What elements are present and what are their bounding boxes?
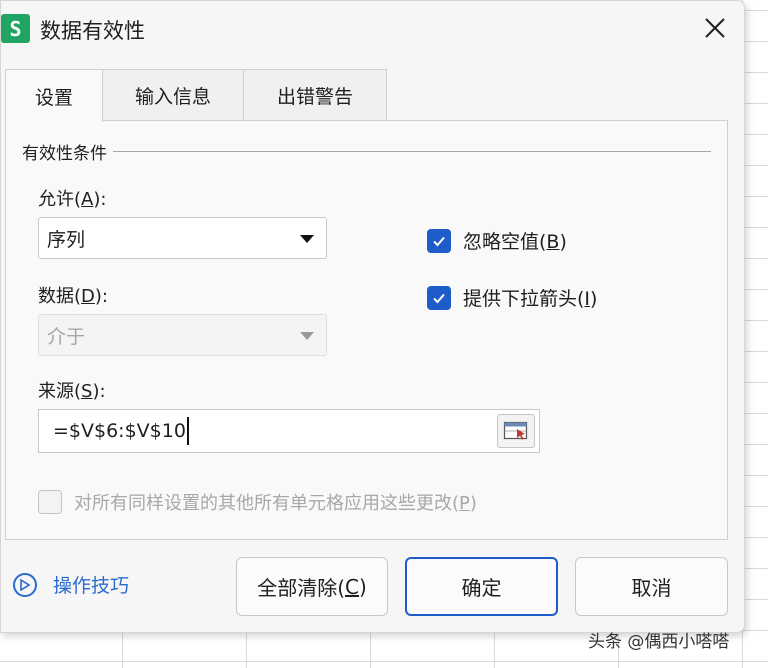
range-picker-button[interactable] bbox=[497, 414, 535, 448]
close-button[interactable] bbox=[702, 15, 728, 41]
range-picker-icon bbox=[503, 421, 528, 440]
play-circle-icon bbox=[13, 572, 37, 597]
apply-all-label: 对所有同样设置的其他所有单元格应用这些更改(P) bbox=[74, 493, 477, 514]
source-input-value: =$V$6:$V$10 bbox=[53, 420, 186, 442]
source-label: 来源(S): bbox=[38, 381, 106, 402]
text-caret bbox=[186, 417, 189, 445]
validation-criteria-heading: 有效性条件 bbox=[22, 139, 113, 164]
tab-error-alert[interactable]: 出错警告 bbox=[243, 69, 387, 121]
apply-all-checkbox: 对所有同样设置的其他所有单元格应用这些更改(P) bbox=[38, 489, 477, 515]
tab-settings[interactable]: 设置 bbox=[5, 69, 103, 122]
data-select: 介于 bbox=[38, 314, 327, 356]
source-input[interactable]: =$V$6:$V$10 bbox=[38, 409, 540, 453]
watermark-text: 头条 @偶西小嗒嗒 bbox=[588, 632, 730, 652]
checkbox-box bbox=[38, 490, 62, 514]
ignore-blank-label: 忽略空值(B) bbox=[463, 231, 567, 253]
chevron-down-icon bbox=[300, 332, 314, 340]
tab-input-message[interactable]: 输入信息 bbox=[102, 69, 244, 121]
tips-link[interactable]: 操作技巧 bbox=[13, 571, 129, 598]
data-validation-dialog: S 数据有效性 设置 输入信息 出错警告 有效性条件 允许(A): 序列 忽略空… bbox=[0, 0, 745, 633]
settings-panel: 有效性条件 允许(A): 序列 忽略空值(B) 数据(D): 提供下拉箭头(I)… bbox=[5, 120, 728, 540]
allow-label: 允许(A): bbox=[38, 189, 107, 210]
cancel-button[interactable]: 取消 bbox=[575, 557, 728, 616]
ok-button[interactable]: 确定 bbox=[405, 557, 558, 616]
checkmark-icon bbox=[427, 285, 451, 310]
spreadsheet-app-icon: S bbox=[1, 14, 30, 43]
allow-select[interactable]: 序列 bbox=[38, 217, 327, 259]
dropdown-arrow-checkbox[interactable]: 提供下拉箭头(I) bbox=[427, 284, 597, 311]
data-label: 数据(D): bbox=[38, 286, 108, 307]
clear-all-button[interactable]: 全部清除(C) bbox=[236, 557, 388, 616]
checkmark-icon bbox=[427, 228, 451, 253]
chevron-down-icon bbox=[300, 235, 314, 243]
dialog-title: 数据有效性 bbox=[40, 19, 145, 43]
group-divider bbox=[22, 151, 711, 152]
title-bar: S 数据有效性 bbox=[1, 1, 744, 59]
tips-label: 操作技巧 bbox=[53, 575, 130, 597]
allow-select-value: 序列 bbox=[47, 228, 86, 251]
dropdown-arrow-label: 提供下拉箭头(I) bbox=[463, 288, 598, 310]
data-select-value: 介于 bbox=[47, 325, 86, 348]
close-icon bbox=[705, 18, 725, 38]
ignore-blank-checkbox[interactable]: 忽略空值(B) bbox=[427, 227, 567, 254]
